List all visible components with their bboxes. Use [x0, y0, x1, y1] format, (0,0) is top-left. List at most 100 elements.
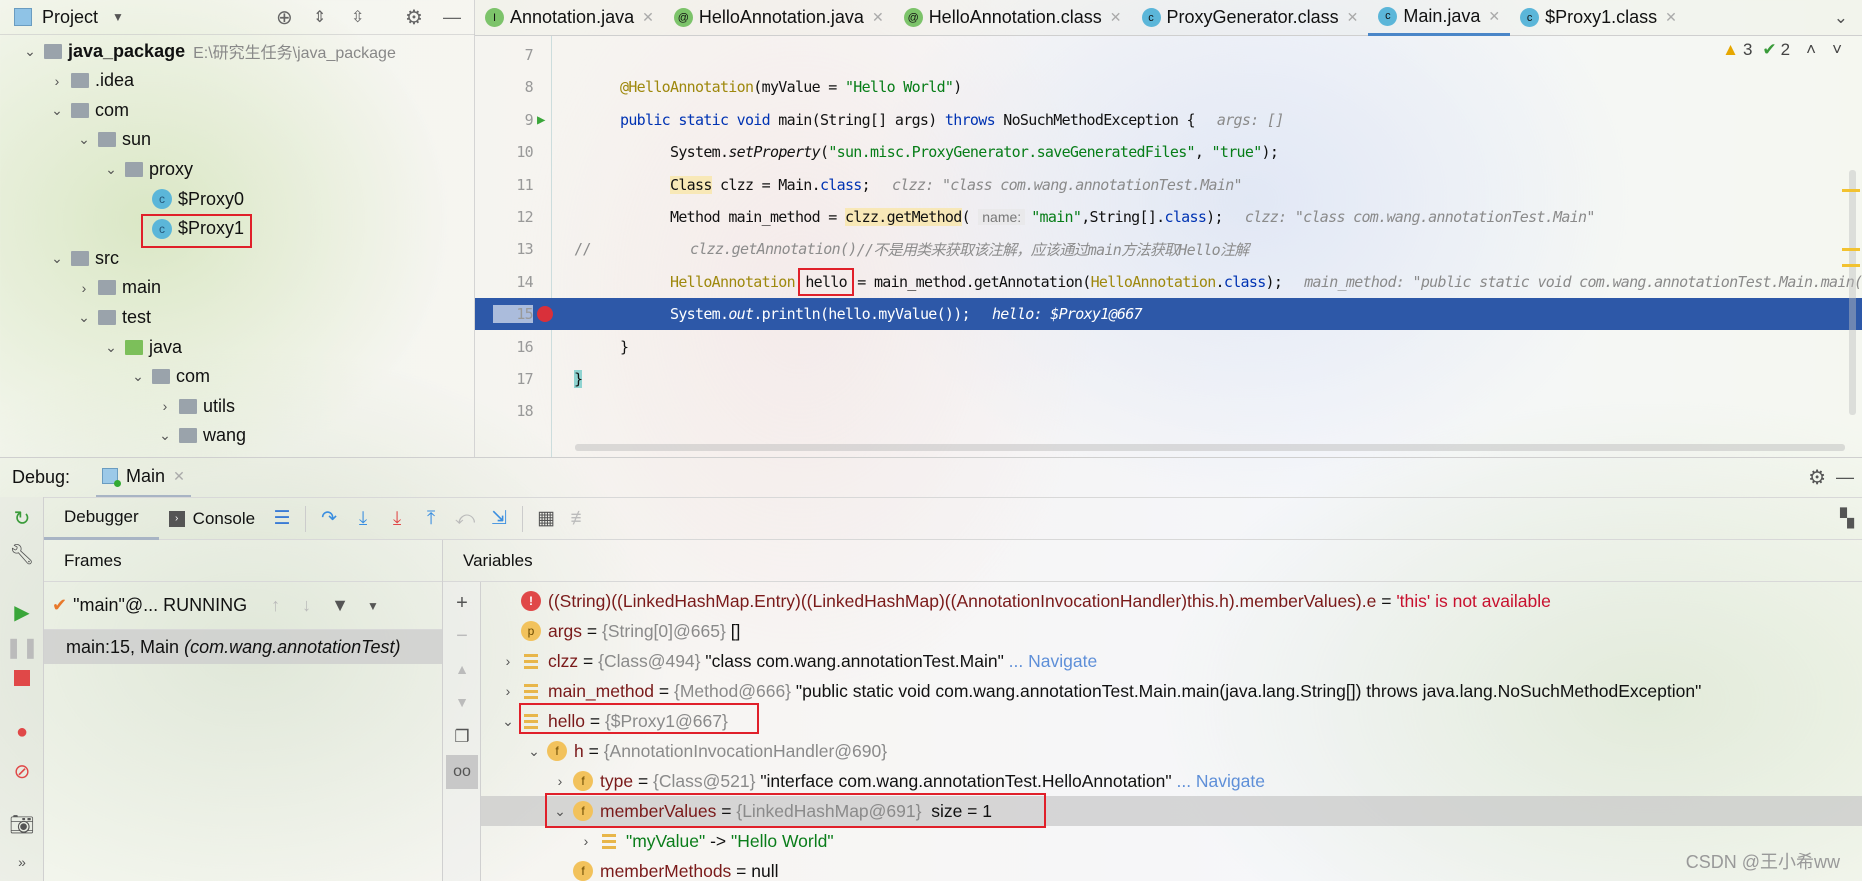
chevron-right-icon[interactable]: ›	[47, 73, 67, 89]
navigate-link[interactable]: ... Navigate	[1172, 771, 1265, 792]
tree-item[interactable]: c $Proxy0	[128, 184, 244, 214]
camera-icon[interactable]: 📷︎	[0, 807, 44, 841]
tree-item[interactable]: ⌄ sun	[74, 125, 151, 155]
variable-row[interactable]: ⌄ f h = {AnnotationInvocationHandler@690}	[481, 736, 1862, 766]
chevron-down-icon[interactable]: ⌄	[47, 102, 67, 119]
frame-up-icon[interactable]: ↑	[271, 595, 280, 616]
chevron-down-icon[interactable]: ⌄	[101, 161, 121, 178]
tree-item[interactable]: ⌄ java	[101, 332, 182, 362]
run-icon[interactable]: ▶	[537, 112, 545, 128]
chevron-down-icon[interactable]: ▼	[367, 599, 379, 613]
code-line[interactable]: 15 System. out .println(hello.myValue()); he…	[475, 298, 1862, 331]
code-line[interactable]: 16}	[475, 331, 1862, 363]
close-icon[interactable]: ✕	[173, 468, 185, 485]
frame-item[interactable]: main:15, Main (com.wang.annotationTest)	[44, 630, 442, 664]
tree-item[interactable]: ⌄ test	[74, 302, 151, 332]
layout-icon[interactable]: ☰	[265, 502, 299, 536]
tab--proxy1-class[interactable]: c $Proxy1.class ✕	[1510, 0, 1687, 36]
tab-annotation-java[interactable]: I Annotation.java ✕	[475, 0, 664, 36]
mute-breakpoints-icon[interactable]: ⊘	[0, 754, 44, 788]
code-line[interactable]: 18	[475, 395, 1862, 427]
view-breakpoints-icon[interactable]: ●	[0, 715, 44, 749]
trace-icon[interactable]: ≢	[563, 502, 597, 536]
close-icon[interactable]: ✕	[1665, 9, 1677, 26]
code-line[interactable]: 14 HelloAnnotation hello = main_method.ge…	[475, 266, 1862, 298]
code-line[interactable]: 7	[475, 39, 1862, 71]
chevron-down-icon[interactable]: ⌄	[74, 131, 94, 148]
editor-h-scrollbar[interactable]	[575, 444, 1845, 451]
step-over-icon[interactable]: ↷	[312, 502, 346, 536]
code-line[interactable]: 8 @HelloAnnotation (myValue = "Hello World…	[475, 71, 1862, 103]
remove-watch-icon[interactable]: −	[443, 619, 481, 653]
chevron-down-icon[interactable]: ⌄	[495, 713, 521, 730]
tab-helloannotation-java[interactable]: @ HelloAnnotation.java ✕	[664, 0, 894, 36]
tab-helloannotation-class[interactable]: @ HelloAnnotation.class ✕	[894, 0, 1132, 36]
chevron-down-icon[interactable]: ⌄	[155, 427, 175, 444]
move-up-icon[interactable]: ▲	[443, 652, 481, 686]
expand-all-icon[interactable]: ⇕	[313, 7, 326, 27]
variable-row[interactable]: ! ((String)((LinkedHashMap.Entry)((Linked…	[481, 586, 1862, 616]
copy-icon[interactable]: ❐	[443, 720, 481, 754]
evaluate-expression-icon[interactable]: ▦	[529, 502, 563, 536]
chevron-down-icon[interactable]: ⌄	[47, 250, 67, 267]
code-line[interactable]: 10 System. setProperty("sun.misc.ProxyGene…	[475, 136, 1862, 168]
filter-icon[interactable]: ▼	[331, 595, 349, 616]
tree-item[interactable]: ⌄ java_package E:\研究生任务\java_package	[20, 36, 396, 66]
close-icon[interactable]: ✕	[1347, 9, 1359, 26]
chevron-right-icon[interactable]: ›	[155, 398, 175, 414]
chevron-right-icon[interactable]: ›	[573, 833, 599, 849]
collapse-all-icon[interactable]: ⇳	[351, 7, 364, 27]
force-step-into-icon[interactable]: ⤓	[380, 502, 414, 536]
gear-icon[interactable]: ⚙	[405, 5, 423, 30]
chevron-right-icon[interactable]: ›	[495, 683, 521, 699]
code-line[interactable]: 12 Method main_method = clzz.getMethod( n…	[475, 201, 1862, 233]
step-into-icon[interactable]: ⤓	[346, 502, 380, 536]
chevron-down-icon[interactable]: ▼	[112, 10, 124, 24]
tree-item[interactable]: ⌄ wang	[155, 421, 246, 451]
thread-selector[interactable]: ✔ "main"@... RUNNING ↑ ↓ ▼ ▼	[44, 582, 442, 630]
variable-row[interactable]: › f type = {Class@521} "interface com.wang…	[481, 766, 1862, 796]
code-line[interactable]: 13 // clzz.getAnnotation()//不是用类来获取该注解，应该通…	[475, 233, 1862, 265]
locate-icon[interactable]: ⊕	[276, 5, 293, 30]
chevron-down-icon[interactable]: ⌄	[74, 309, 94, 326]
frame-down-icon[interactable]: ↓	[302, 595, 311, 616]
tab-proxygenerator-class[interactable]: c ProxyGenerator.class ✕	[1132, 0, 1369, 36]
close-icon[interactable]: ✕	[872, 9, 884, 26]
tree-item[interactable]: ⌄ com	[47, 95, 129, 125]
drop-frame-icon[interactable]: ⤺	[448, 502, 482, 536]
wrench-icon[interactable]: 🔧︎	[0, 537, 44, 571]
tree-item[interactable]: ⌄ src	[47, 243, 119, 273]
chevron-right-icon[interactable]: ›	[74, 280, 94, 296]
tab-console[interactable]: › Console	[159, 509, 265, 529]
chevron-down-icon[interactable]: ⌄	[20, 43, 40, 60]
pause-icon[interactable]: ❚❚	[0, 630, 44, 664]
code-line[interactable]: 9 ▶ public static void main(String[] args)…	[475, 104, 1862, 136]
code-editor[interactable]: ▲ 3 ✔ 2 ˄ ˅ 7 8 @HelloAnnotation (myValue = "…	[475, 36, 1862, 457]
breakpoint-icon[interactable]	[537, 306, 553, 323]
minimize-icon[interactable]: —	[1836, 467, 1854, 488]
chevron-down-icon[interactable]: ⌄	[101, 339, 121, 356]
more-icon[interactable]: »	[0, 845, 44, 879]
tree-item[interactable]: › main	[74, 273, 161, 303]
tree-item[interactable]: › utils	[155, 391, 235, 421]
tree-item[interactable]: ⌄ proxy	[101, 154, 193, 184]
move-down-icon[interactable]: ▼	[443, 685, 481, 719]
rerun-icon[interactable]: ↻	[0, 501, 44, 535]
project-title[interactable]: Project	[42, 7, 98, 28]
run-to-cursor-icon[interactable]: ⇲	[482, 502, 516, 536]
tab-main-java[interactable]: c Main.java ✕	[1368, 0, 1511, 36]
chevron-down-icon[interactable]: ⌄	[521, 743, 547, 760]
tab-debugger[interactable]: Debugger	[44, 497, 159, 540]
variable-row[interactable]: › clzz = {Class@494} "class com.wang.anno…	[481, 646, 1862, 676]
close-icon[interactable]: ✕	[642, 9, 654, 26]
variable-row[interactable]: f memberMethods = null	[481, 856, 1862, 881]
chevron-right-icon[interactable]: ›	[495, 653, 521, 669]
debug-session-tab[interactable]: Main ✕	[96, 458, 191, 498]
resume-icon[interactable]: ▶︎	[0, 595, 44, 629]
add-watch-icon[interactable]: +	[443, 586, 481, 620]
step-out-icon[interactable]: ⤒	[414, 502, 448, 536]
navigate-link[interactable]: ... Navigate	[1004, 651, 1098, 672]
tree-item[interactable]: › .idea	[47, 66, 134, 96]
gear-icon[interactable]: ⚙	[1808, 465, 1826, 490]
code-line[interactable]: 17}	[475, 363, 1862, 395]
